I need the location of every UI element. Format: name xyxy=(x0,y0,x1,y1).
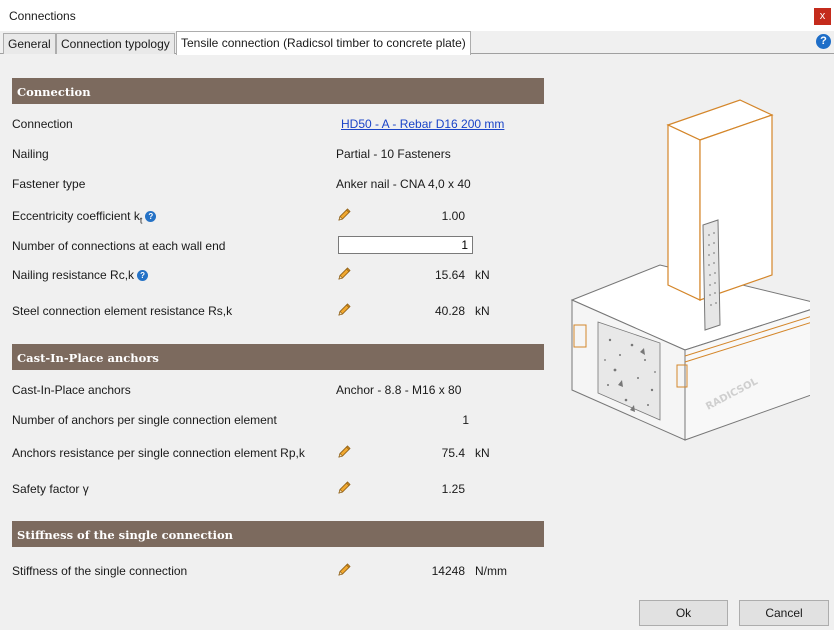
cancel-button[interactable]: Cancel xyxy=(739,600,829,626)
num-anchors-label: Number of anchors per single connection … xyxy=(12,413,277,427)
anchors-value: Anchor - 8.8 - M16 x 80 xyxy=(336,383,462,397)
stiffness-label: Stiffness of the single connection xyxy=(12,564,188,578)
connection-label: Connection xyxy=(12,117,73,131)
nailing-resistance-label-text: Nailing resistance Rc,k xyxy=(12,268,135,282)
connection-illustration: RADICSOL xyxy=(570,99,810,441)
eccentricity-label-text: Eccentricity coefficient k xyxy=(12,209,140,223)
section-header-anchors: Cast-In-Place anchors xyxy=(12,344,544,370)
num-connections-label: Number of connections at each wall end xyxy=(12,239,226,253)
ok-button[interactable]: Ok xyxy=(639,600,728,626)
eccentricity-label: Eccentricity coefficient kt? xyxy=(12,209,157,226)
nailing-resistance-value: 15.64 xyxy=(434,268,465,282)
anchor-resistance-label: Anchors resistance per single connection… xyxy=(12,446,305,460)
steel-resistance-unit: kN xyxy=(475,304,490,318)
steel-resistance-value: 40.28 xyxy=(434,304,465,318)
safety-factor-value: 1.25 xyxy=(441,482,465,496)
pencil-icon[interactable] xyxy=(336,302,352,318)
tab-tensile-connection[interactable]: Tensile connection (Radicsol timber to c… xyxy=(176,31,471,55)
anchor-resistance-value: 75.4 xyxy=(441,446,465,460)
safety-factor-label: Safety factor γ xyxy=(12,482,89,496)
eccentricity-value: 1.00 xyxy=(441,209,465,223)
pencil-icon[interactable] xyxy=(336,266,352,282)
nailing-label: Nailing xyxy=(12,147,49,161)
tab-general[interactable]: General xyxy=(3,33,56,54)
pencil-icon[interactable] xyxy=(336,562,352,578)
close-icon[interactable]: x xyxy=(814,8,831,25)
anchors-label: Cast-In-Place anchors xyxy=(12,383,131,397)
num-anchors-value: 1 xyxy=(462,413,469,427)
fastener-type-value: Anker nail - CNA 4,0 x 40 xyxy=(336,177,471,191)
info-icon[interactable]: ? xyxy=(145,211,157,222)
pencil-icon[interactable] xyxy=(336,444,352,460)
steel-resistance-label: Steel connection element resistance Rs,k xyxy=(12,304,233,318)
section-header-stiffness: Stiffness of the single connection xyxy=(12,521,544,547)
anchor-resistance-unit: kN xyxy=(475,446,490,460)
tab-strip: General Connection typology Tensile conn… xyxy=(0,31,834,55)
nailing-resistance-unit: kN xyxy=(475,268,490,282)
num-connections-input[interactable] xyxy=(338,236,473,254)
info-icon[interactable]: ? xyxy=(137,270,149,281)
stiffness-unit: N/mm xyxy=(475,564,507,578)
eccentricity-subscript: t xyxy=(139,215,143,226)
section-header-connection: Connection xyxy=(12,78,544,104)
nailing-value: Partial - 10 Fasteners xyxy=(336,147,451,161)
pencil-icon[interactable] xyxy=(336,207,352,223)
stiffness-value: 14248 xyxy=(431,564,465,578)
pencil-icon[interactable] xyxy=(336,480,352,496)
nailing-resistance-label: Nailing resistance Rc,k? xyxy=(12,268,149,282)
window-title: Connections xyxy=(9,9,76,23)
fastener-type-label: Fastener type xyxy=(12,177,86,191)
tab-connection-typology[interactable]: Connection typology xyxy=(56,33,175,54)
title-bar: Connections x xyxy=(0,0,834,31)
connection-link[interactable]: HD50 - A - Rebar D16 200 mm xyxy=(341,117,504,131)
help-icon[interactable]: ? xyxy=(816,34,831,49)
